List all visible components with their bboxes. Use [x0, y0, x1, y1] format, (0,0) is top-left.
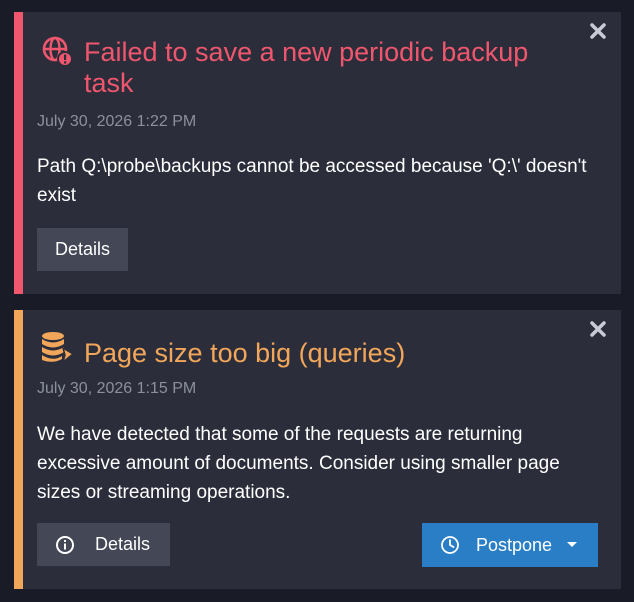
notification-title: Page size too big (queries): [84, 338, 406, 368]
caret-down-icon: [566, 541, 578, 549]
details-button-label: Details: [54, 239, 111, 259]
close-icon: [590, 321, 606, 337]
close-icon: [590, 23, 606, 39]
notification-card-error: Failed to save a new periodic backup tas…: [14, 12, 621, 294]
severity-accent-bar: [14, 12, 23, 294]
notification-message: We have detected that some of the reques…: [37, 424, 560, 503]
details-button[interactable]: Details: [37, 228, 128, 271]
close-notification-button[interactable]: [587, 20, 609, 42]
details-button[interactable]: Details: [37, 523, 170, 566]
notification-timestamp: July 30, 2026 1:22 PM: [37, 113, 197, 130]
postpone-button-label: Postpone: [476, 534, 553, 555]
notification-card-warning: Page size too big (queries) July 30, 202…: [14, 310, 621, 589]
info-icon: [55, 535, 75, 555]
details-button-label: Details: [95, 534, 151, 554]
close-notification-button[interactable]: [587, 318, 609, 340]
database-alert-icon: [40, 330, 75, 365]
globe-error-icon: [40, 34, 74, 68]
notification-timestamp: July 30, 2026 1:15 PM: [37, 380, 197, 397]
notification-list: Failed to save a new periodic backup tas…: [0, 0, 634, 602]
postpone-dropdown-button[interactable]: Postpone: [422, 523, 598, 567]
notification-title: Failed to save a new periodic backup tas…: [84, 37, 529, 98]
clock-icon: [440, 535, 460, 555]
notification-message: Path Q:\probe\backups cannot be accessed…: [37, 156, 587, 206]
severity-accent-bar: [14, 310, 23, 589]
